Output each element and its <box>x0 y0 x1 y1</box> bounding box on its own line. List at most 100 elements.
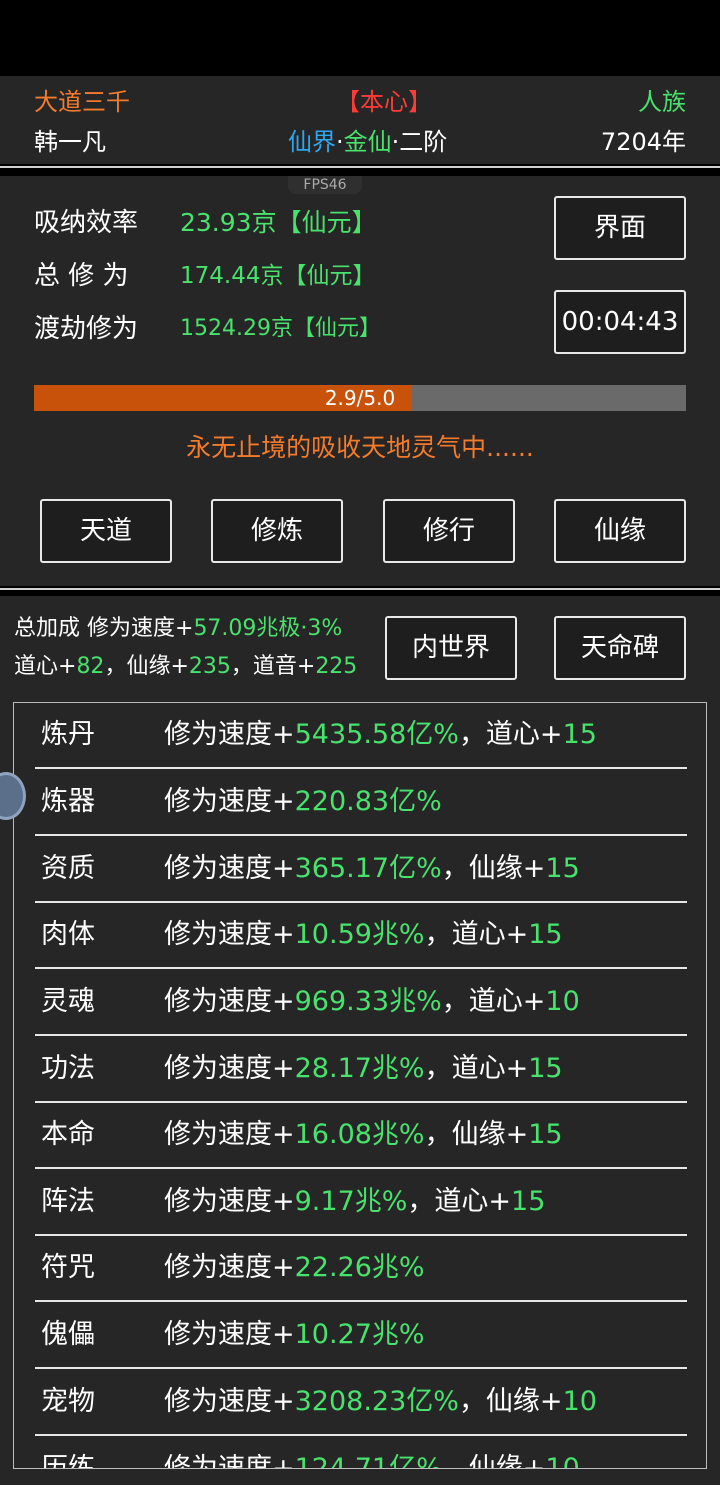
extra-value: 15 <box>528 919 563 950</box>
bonus-prefix: 修为速度+ <box>164 1453 295 1469</box>
list-item[interactable]: 灵魂 修为速度+969.33兆%，道心+10 <box>35 970 687 1036</box>
list-item-name: 炼器 <box>41 786 95 817</box>
extra-value: 15 <box>528 1119 563 1150</box>
path-name: 大道三千 <box>34 88 130 116</box>
tiandao-button-label: 天道 <box>79 516 132 546</box>
list-item-name: 傀儡 <box>41 1319 95 1350</box>
divider <box>0 166 720 168</box>
total-bonus-label: 总加成 修为速度+ <box>14 616 194 641</box>
tiandao-button[interactable]: 天道 <box>40 499 172 563</box>
bonus-value: 16.08兆% <box>294 1119 425 1150</box>
heart-label: 【本心】 <box>336 88 432 116</box>
total-bonus-line: 总加成 修为速度+57.09兆极·3% <box>14 614 342 644</box>
list-item[interactable]: 肉体 修为速度+10.59兆%，道心+15 <box>35 903 687 969</box>
extra-label: ，仙缘+ <box>441 853 546 884</box>
inner-world-label: 内世界 <box>411 633 490 663</box>
practice-button[interactable]: 修炼 <box>211 499 343 563</box>
list-item[interactable]: 资质 修为速度+365.17亿%，仙缘+15 <box>35 837 687 903</box>
list-item-name: 炼丹 <box>41 719 95 750</box>
list-item[interactable]: 炼丹 修为速度+5435.58亿%，道心+15 <box>35 703 687 769</box>
realm-stage: 二阶 <box>399 128 448 156</box>
list-item[interactable]: 阵法 修为速度+9.17兆%，道心+15 <box>35 1170 687 1236</box>
total-label: 总 修 为 <box>34 261 129 291</box>
bonus-prefix: 修为速度+ <box>164 1386 295 1417</box>
bonus-prefix: 修为速度+ <box>164 786 295 817</box>
fps-counter: FPS46 <box>288 176 362 194</box>
list-item-bonus: 修为速度+220.83亿% <box>164 785 442 819</box>
list-item[interactable]: 宠物 修为速度+3208.23亿%，仙缘+10 <box>35 1370 687 1436</box>
extra-label: ，道心+ <box>458 719 563 750</box>
bonus-value: 969.33兆% <box>294 986 442 1017</box>
training-button-label: 修行 <box>422 516 475 546</box>
absorb-label: 吸纳效率 <box>34 208 139 238</box>
total-bonus-value: 57.09兆极·3% <box>193 616 343 641</box>
list-item-bonus: 修为速度+9.17兆%，道心+15 <box>164 1185 545 1219</box>
bonus-list[interactable]: 炼丹 修为速度+5435.58亿%，道心+15 炼器 修为速度+220.83亿% 资质修… <box>13 702 707 1469</box>
absorb-value: 23.93京【仙元】 <box>180 208 377 237</box>
list-item-bonus: 修为速度+22.26兆% <box>164 1251 425 1285</box>
list-item[interactable]: 本命 修为速度+16.08兆%，仙缘+15 <box>35 1103 687 1169</box>
fate-button[interactable]: 仙缘 <box>554 499 686 563</box>
list-item-name: 肉体 <box>41 919 95 950</box>
list-item[interactable]: 历练 修为速度+124.71亿%，仙缘+10 <box>35 1437 687 1469</box>
list-item[interactable]: 功法 修为速度+28.17兆%，道心+15 <box>35 1037 687 1103</box>
race-label: 人族 <box>638 88 686 116</box>
list-item-bonus: 修为速度+28.17兆%，道心+15 <box>164 1052 563 1086</box>
list-item-name: 符咒 <box>41 1252 95 1283</box>
bonus-prefix: 修为速度+ <box>164 1119 295 1150</box>
divider <box>0 588 720 590</box>
training-button[interactable]: 修行 <box>383 499 515 563</box>
bonus-prefix: 修为速度+ <box>164 1186 295 1217</box>
player-name: 韩一凡 <box>34 128 106 156</box>
realm-sep-1: · <box>336 128 344 156</box>
status-message: 永无止境的吸收天地灵气中...... <box>186 433 534 462</box>
realm-world: 仙界 <box>288 128 336 156</box>
bonus-prefix: 修为速度+ <box>164 853 295 884</box>
extra-value: 15 <box>511 1186 546 1217</box>
list-item[interactable]: 炼器 修为速度+220.83亿% <box>35 770 687 836</box>
list-item[interactable]: 傀儡 修为速度+10.27兆% <box>35 1303 687 1369</box>
bonus-list-rows: 炼丹 修为速度+5435.58亿%，道心+15 炼器 修为速度+220.83亿% 资质修… <box>14 703 706 1469</box>
extra-label: ，道心+ <box>424 919 529 950</box>
list-item-name: 资质 <box>41 853 95 884</box>
timer-text: 00:04:43 <box>561 307 679 337</box>
list-item-name: 历练 <box>41 1453 95 1469</box>
ui-button[interactable]: 界面 <box>554 196 686 260</box>
dao-sound-label: ，道音+ <box>230 654 316 679</box>
fate-stele-label: 天命碑 <box>580 633 659 663</box>
bonus-panel: 总加成 修为速度+57.09兆极·3% 道心+82，仙缘+235，道音+225 … <box>0 596 720 1485</box>
timer-display: 00:04:43 <box>554 290 686 354</box>
xianyuan-value: 235 <box>188 654 231 679</box>
list-item-name: 本命 <box>41 1119 95 1150</box>
extra-value: 15 <box>545 853 580 884</box>
bonus-value: 220.83亿% <box>294 786 442 817</box>
dao-sound-value: 225 <box>315 654 358 679</box>
extra-value: 10 <box>545 986 580 1017</box>
list-item-bonus: 修为速度+10.27兆% <box>164 1318 425 1352</box>
bonus-value: 9.17兆% <box>294 1186 408 1217</box>
bonus-prefix: 修为速度+ <box>164 1053 295 1084</box>
header-panel: 大道三千 【本心】 人族 韩一凡 仙界·金仙·二阶 7204年 <box>0 76 720 164</box>
bonus-value: 10.27兆% <box>294 1319 425 1350</box>
bonus-value: 365.17亿% <box>294 853 442 884</box>
list-item-bonus: 修为速度+5435.58亿%，道心+15 <box>164 718 597 752</box>
age-label: 7204年 <box>600 128 686 156</box>
bonus-prefix: 修为速度+ <box>164 986 295 1017</box>
inner-world-button[interactable]: 内世界 <box>385 616 517 680</box>
bonus-value: 3208.23亿% <box>294 1386 459 1417</box>
cultivation-panel: FPS46 吸纳效率 23.93京【仙元】 总 修 为 174.44京【仙元】 … <box>0 176 720 586</box>
list-item[interactable]: 符咒 修为速度+22.26兆% <box>35 1236 687 1302</box>
bonus-value: 124.71亿% <box>294 1453 442 1469</box>
fate-stele-button[interactable]: 天命碑 <box>554 616 686 680</box>
list-item-bonus: 修为速度+3208.23亿%，仙缘+10 <box>164 1385 597 1419</box>
list-item-bonus: 修为速度+124.71亿%，仙缘+10 <box>164 1452 580 1469</box>
list-item-name: 宠物 <box>41 1386 95 1417</box>
extra-label: ，仙缘+ <box>458 1386 563 1417</box>
extra-value: 15 <box>562 719 597 750</box>
bonus-prefix: 修为速度+ <box>164 1319 295 1350</box>
bonus-prefix: 修为速度+ <box>164 719 295 750</box>
list-item-name: 功法 <box>41 1053 95 1084</box>
list-item-name: 阵法 <box>41 1186 95 1217</box>
bonus-value: 22.26兆% <box>294 1252 425 1283</box>
extra-label: ，道心+ <box>424 1053 529 1084</box>
